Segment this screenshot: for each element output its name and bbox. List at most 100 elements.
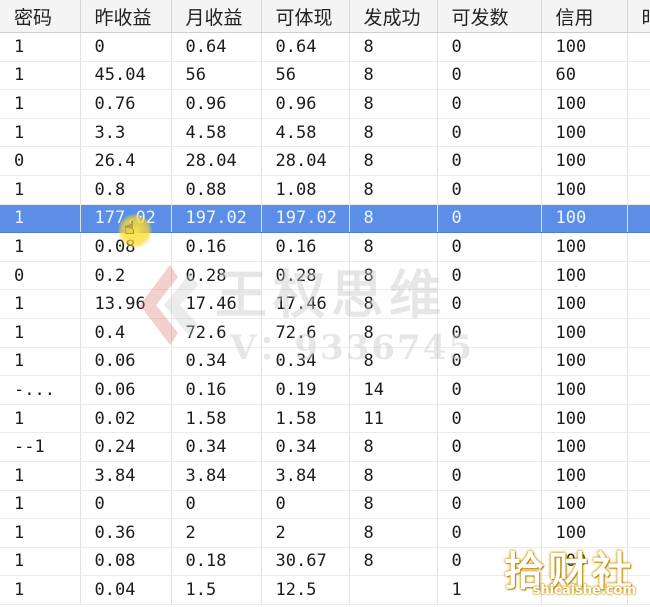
table-row[interactable]: 1 0.08 0.16 0.16 8 0 100: [0, 232, 650, 262]
cell-sent-success[interactable]: 8: [349, 232, 438, 262]
column-header-time[interactable]: 时: [627, 0, 650, 33]
cell-sent-success[interactable]: 8: [349, 490, 438, 520]
cell-credit[interactable]: 100: [541, 375, 628, 405]
cell-sent-success[interactable]: 8: [349, 204, 438, 234]
table-row[interactable]: 1 0 0 0 8 0 100: [0, 490, 650, 520]
cell-month-income[interactable]: 0.64: [171, 32, 262, 62]
cell-withdrawable[interactable]: 1.58: [261, 404, 350, 434]
cell-sent-success[interactable]: 8: [349, 175, 438, 205]
cell-password[interactable]: 1: [0, 204, 81, 234]
cell-yesterday-income[interactable]: 0: [80, 490, 172, 520]
cell-yesterday-income[interactable]: 0: [80, 32, 172, 62]
cell-withdrawable[interactable]: 0.34: [261, 432, 350, 462]
cell-password[interactable]: 1: [0, 289, 81, 319]
cell-time[interactable]: [627, 461, 650, 491]
table-row[interactable]: 0 0.2 0.28 0.28 8 0 100: [0, 261, 650, 291]
cell-withdrawable[interactable]: 3.84: [261, 461, 350, 491]
cell-month-income[interactable]: 0: [171, 490, 262, 520]
cell-yesterday-income[interactable]: 3.3: [80, 118, 172, 148]
cell-yesterday-income[interactable]: 0.36: [80, 518, 172, 548]
cell-sendable-count[interactable]: 0: [437, 432, 542, 462]
cell-sent-success[interactable]: 8: [349, 318, 438, 348]
table-row[interactable]: 1 3.3 4.58 4.58 8 0 100: [0, 118, 650, 148]
column-header-sent-success[interactable]: 发成功: [349, 0, 438, 33]
cell-password[interactable]: 1: [0, 575, 81, 605]
cell-time[interactable]: [627, 289, 650, 319]
column-header-password[interactable]: 密码: [0, 0, 81, 33]
cell-withdrawable[interactable]: 0.64: [261, 32, 350, 62]
cell-sendable-count[interactable]: 0: [437, 461, 542, 491]
cell-sent-success[interactable]: [349, 575, 438, 605]
cell-month-income[interactable]: 0.16: [171, 375, 262, 405]
cell-withdrawable[interactable]: 17.46: [261, 289, 350, 319]
cell-credit[interactable]: 100: [541, 518, 628, 548]
cell-withdrawable[interactable]: 12.5: [261, 575, 350, 605]
cell-yesterday-income[interactable]: 13.96: [80, 289, 172, 319]
cell-sendable-count[interactable]: 0: [437, 261, 542, 291]
cell-time[interactable]: [627, 61, 650, 91]
cell-password[interactable]: 1: [0, 61, 81, 91]
table-row[interactable]: -... 0.06 0.16 0.19 14 0 100: [0, 375, 650, 405]
cell-time[interactable]: [627, 175, 650, 205]
cell-yesterday-income[interactable]: 0.76: [80, 89, 172, 119]
cell-credit[interactable]: 100: [541, 146, 628, 176]
cell-yesterday-income[interactable]: 0.4: [80, 318, 172, 348]
cell-sendable-count[interactable]: 0: [437, 347, 542, 377]
cell-withdrawable[interactable]: 28.04: [261, 146, 350, 176]
cell-credit[interactable]: 100: [541, 547, 628, 577]
cell-yesterday-income[interactable]: 0.2: [80, 261, 172, 291]
cell-sent-success[interactable]: 11: [349, 404, 438, 434]
cell-yesterday-income[interactable]: 0.02: [80, 404, 172, 434]
table-row[interactable]: 1 0.76 0.96 0.96 8 0 100: [0, 89, 650, 119]
cell-month-income[interactable]: 72.6: [171, 318, 262, 348]
cell-yesterday-income[interactable]: 3.84: [80, 461, 172, 491]
cell-credit[interactable]: 60: [541, 61, 628, 91]
cell-time[interactable]: [627, 404, 650, 434]
cell-sent-success[interactable]: 8: [349, 518, 438, 548]
cell-withdrawable[interactable]: 72.6: [261, 318, 350, 348]
cell-month-income[interactable]: 2: [171, 518, 262, 548]
cell-month-income[interactable]: 3.84: [171, 461, 262, 491]
cell-yesterday-income[interactable]: 45.04: [80, 61, 172, 91]
cell-password[interactable]: 1: [0, 518, 81, 548]
cell-password[interactable]: 1: [0, 547, 81, 577]
cell-password[interactable]: 1: [0, 89, 81, 119]
cell-month-income[interactable]: 4.58: [171, 118, 262, 148]
cell-yesterday-income[interactable]: 0.06: [80, 375, 172, 405]
table-row[interactable]: 1 0.04 1.5 12.5 1: [0, 575, 650, 605]
cell-time[interactable]: [627, 547, 650, 577]
cell-sent-success[interactable]: 8: [349, 32, 438, 62]
column-header-withdrawable[interactable]: 可体现: [261, 0, 350, 33]
cell-time[interactable]: [627, 118, 650, 148]
cell-time[interactable]: [627, 347, 650, 377]
cell-password[interactable]: --1: [0, 432, 81, 462]
cell-credit[interactable]: 100: [541, 118, 628, 148]
cell-month-income[interactable]: 17.46: [171, 289, 262, 319]
cell-sendable-count[interactable]: 0: [437, 490, 542, 520]
column-header-sendable-count[interactable]: 可发数: [437, 0, 542, 33]
cell-month-income[interactable]: 28.04: [171, 146, 262, 176]
cell-sent-success[interactable]: 8: [349, 89, 438, 119]
cell-sent-success[interactable]: 8: [349, 432, 438, 462]
cell-month-income[interactable]: 0.34: [171, 432, 262, 462]
cell-time[interactable]: [627, 204, 650, 234]
cell-sent-success[interactable]: 8: [349, 118, 438, 148]
table-row[interactable]: 0 26.4 28.04 28.04 8 0 100: [0, 146, 650, 176]
column-header-month-income[interactable]: 月收益: [171, 0, 262, 33]
cell-sendable-count[interactable]: 0: [437, 232, 542, 262]
cell-sendable-count[interactable]: 0: [437, 204, 542, 234]
cell-sendable-count[interactable]: 0: [437, 175, 542, 205]
cell-withdrawable[interactable]: 0.19: [261, 375, 350, 405]
cell-password[interactable]: -...: [0, 375, 81, 405]
cell-sendable-count[interactable]: 0: [437, 89, 542, 119]
cell-password[interactable]: 1: [0, 347, 81, 377]
cell-withdrawable[interactable]: 2: [261, 518, 350, 548]
cell-yesterday-income[interactable]: 0.06: [80, 347, 172, 377]
cell-withdrawable[interactable]: 4.58: [261, 118, 350, 148]
cell-time[interactable]: [627, 432, 650, 462]
cell-sendable-count[interactable]: 1: [437, 575, 542, 605]
cell-credit[interactable]: 100: [541, 347, 628, 377]
cell-credit[interactable]: 100: [541, 289, 628, 319]
table-row[interactable]: 1 3.84 3.84 3.84 8 0 100: [0, 461, 650, 491]
table-row[interactable]: 1 0.8 0.88 1.08 8 0 100: [0, 175, 650, 205]
